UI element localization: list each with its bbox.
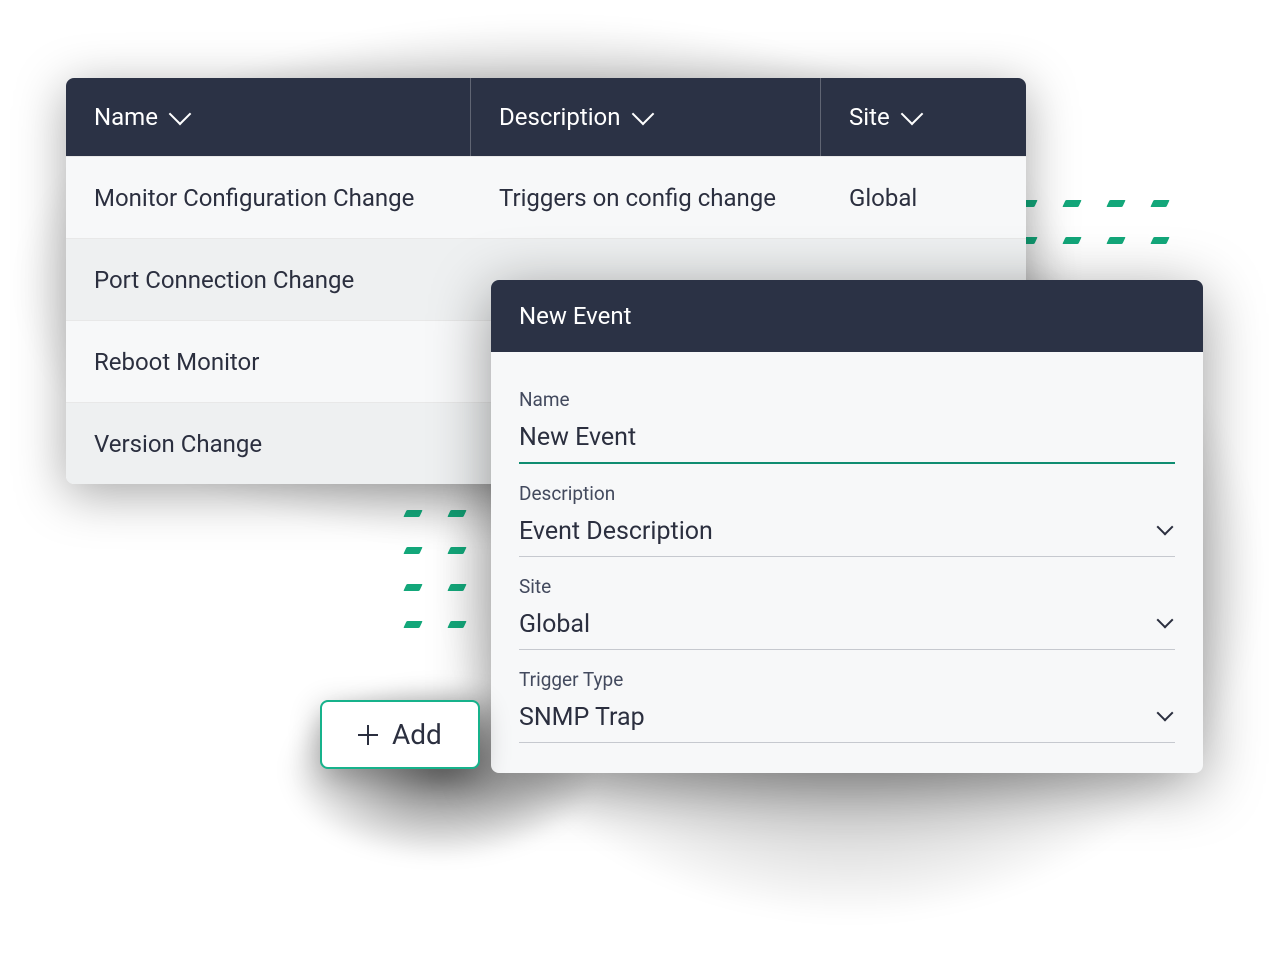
column-header-label: Description	[499, 103, 621, 131]
field-label: Description	[519, 482, 1175, 505]
select-value: Event Description	[519, 517, 713, 546]
plus-icon	[358, 725, 378, 745]
trigger-type-select[interactable]: SNMP Trap	[519, 697, 1175, 743]
table-header-row: Name Description Site	[66, 78, 1026, 156]
cell-site: Global	[821, 184, 1026, 212]
column-header-label: Site	[849, 103, 890, 131]
chevron-down-icon	[1157, 612, 1174, 629]
column-header-label: Name	[94, 103, 158, 131]
field-label: Name	[519, 388, 1175, 411]
add-button-label: Add	[392, 718, 442, 751]
description-select[interactable]: Event Description	[519, 511, 1175, 557]
field-trigger-type: Trigger Type SNMP Trap	[519, 668, 1175, 743]
field-site: Site Global	[519, 575, 1175, 650]
cell-description: Triggers on config change	[471, 184, 821, 212]
cell-name: Monitor Configuration Change	[66, 184, 471, 212]
name-input[interactable]	[519, 417, 1175, 464]
form-title: New Event	[491, 280, 1203, 352]
chevron-down-icon	[631, 103, 654, 126]
chevron-down-icon	[169, 103, 192, 126]
field-description: Description Event Description	[519, 482, 1175, 557]
column-header-site[interactable]: Site	[821, 78, 1026, 156]
cell-name: Reboot Monitor	[66, 348, 471, 376]
select-value: Global	[519, 610, 590, 639]
table-row[interactable]: Monitor Configuration Change Triggers on…	[66, 156, 1026, 238]
cell-name: Port Connection Change	[66, 266, 471, 294]
chevron-down-icon	[1157, 519, 1174, 536]
column-header-description[interactable]: Description	[471, 78, 821, 156]
add-button[interactable]: Add	[320, 700, 480, 769]
chevron-down-icon	[900, 103, 923, 126]
site-select[interactable]: Global	[519, 604, 1175, 650]
cell-name: Version Change	[66, 430, 471, 458]
select-value: SNMP Trap	[519, 703, 645, 732]
field-label: Trigger Type	[519, 668, 1175, 691]
new-event-form: New Event Name Description Event Descrip…	[491, 280, 1203, 773]
chevron-down-icon	[1157, 705, 1174, 722]
column-header-name[interactable]: Name	[66, 78, 471, 156]
field-name: Name	[519, 388, 1175, 464]
field-label: Site	[519, 575, 1175, 598]
